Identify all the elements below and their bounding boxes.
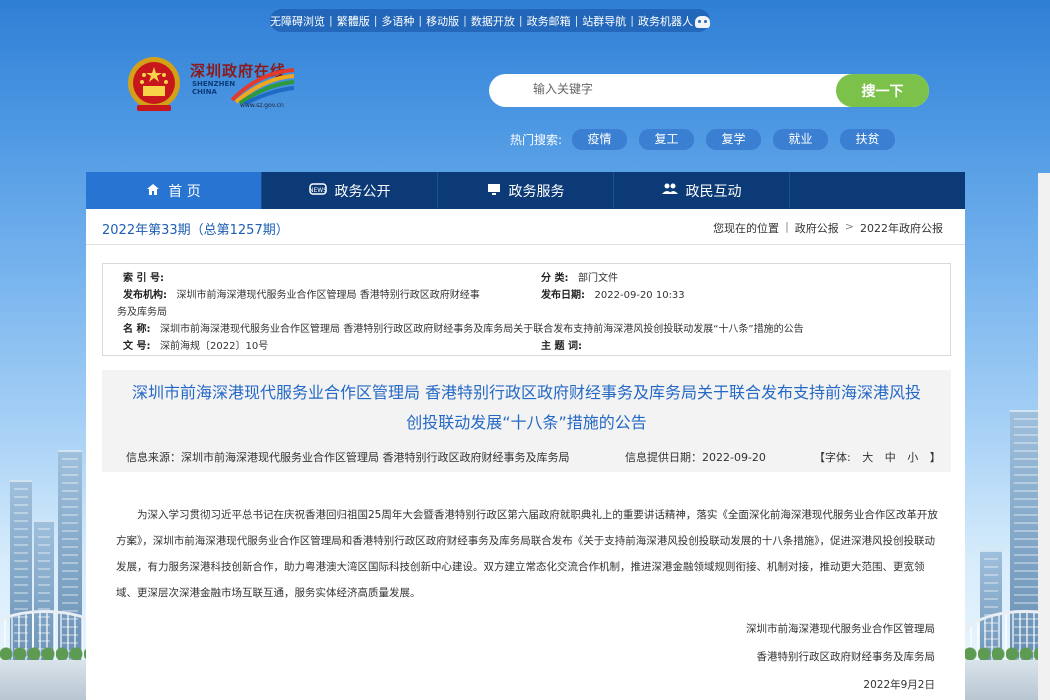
robot-icon — [695, 15, 711, 28]
nav-interaction-label: 政民互动 — [685, 183, 742, 200]
news-icon: NEWS — [308, 183, 327, 198]
search-box: 搜一下 — [489, 74, 929, 107]
mobile-link[interactable]: 移动版 — [422, 13, 463, 29]
font-small-button[interactable]: 小 — [903, 451, 922, 464]
monitor-icon — [487, 183, 501, 199]
meta-index-key: 索 引 号: — [123, 273, 164, 284]
nav-gov-services-label: 政务服务 — [508, 183, 565, 200]
people-icon — [661, 183, 678, 198]
meta-org-value-2: 务及库务局 — [117, 307, 167, 318]
font-size-selector: 【字体: 大 中 小 】 — [810, 449, 945, 465]
accessibility-link[interactable]: 无障碍浏览 — [266, 13, 329, 29]
logo-swoosh-icon — [230, 68, 295, 104]
meta-date-value: 2022-09-20 10:33 — [594, 290, 685, 301]
meta-topic-key: 主 题 词: — [541, 341, 582, 352]
article-header: 深圳市前海深港现代服务业合作区管理局 香港特别行政区政府财经事务及库务局关于联合… — [102, 370, 951, 472]
search-input[interactable] — [533, 82, 813, 96]
scrollbar[interactable] — [1038, 173, 1050, 700]
font-medium-button[interactable]: 中 — [881, 451, 900, 464]
meta-docno-value: 深前海规〔2022〕10号 — [160, 341, 269, 352]
meta-name-value: 深圳市前海深港现代服务业合作区管理局 香港特别行政区政府财经事务及库务局关于联合… — [160, 324, 804, 335]
article-source: 信息来源：深圳市前海深港现代服务业合作区管理局 香港特别行政区政府财经事务及库务… — [126, 451, 570, 464]
home-icon — [146, 183, 160, 199]
issue-number: 2022年第33期（总第1257期） — [102, 223, 289, 238]
hot-tag-resume-work[interactable]: 复工 — [639, 129, 695, 150]
font-label: 【字体: — [814, 451, 851, 464]
nav-gov-affairs-label: 政务公开 — [334, 183, 391, 200]
traditional-chinese-link[interactable]: 繁體版 — [333, 13, 374, 29]
search-button[interactable]: 搜一下 — [836, 74, 929, 107]
hot-tag-poverty[interactable]: 扶贫 — [840, 129, 896, 150]
hot-search: 热门搜索: 疫情 复工 复学 就业 扶贫 — [510, 129, 907, 150]
hot-tag-epidemic[interactable]: 疫情 — [572, 129, 628, 150]
gov-robot-link[interactable]: 政务机器人 — [634, 13, 714, 29]
meta-org-value-1: 深圳市前海深港现代服务业合作区管理局 香港特别行政区政府财经事 — [176, 290, 480, 301]
signature-line-1: 深圳市前海深港现代服务业合作区管理局 — [746, 623, 935, 635]
site-nav-link[interactable]: 站群导航 — [578, 13, 630, 29]
multilingual-link[interactable]: 多语种 — [377, 13, 418, 29]
breadcrumb: 您现在的位置 | 政府公报 > 2022年政府公报 — [713, 220, 943, 236]
article-paragraph: 为深入学习贯彻习近平总书记在庆祝香港回归祖国25周年大会暨香港特别行政区第六届政… — [116, 509, 938, 599]
issue-row: 2022年第33期（总第1257期） 您现在的位置 | 政府公报 > 2022年… — [86, 209, 965, 245]
meta-docno-key: 文 号: — [123, 341, 151, 352]
font-large-button[interactable]: 大 — [858, 451, 877, 464]
logo-url: www.sz.gov.cn — [240, 102, 284, 109]
nav-interaction[interactable]: 政民互动 — [614, 172, 790, 209]
logo-en-line2: CHINA — [192, 88, 217, 96]
national-emblem-icon — [128, 57, 180, 111]
site-logo[interactable]: 深圳政府在线 SHENZHEN CHINA www.sz.gov.cn — [186, 58, 298, 114]
nav-gov-affairs[interactable]: NEWS 政务公开 — [262, 172, 438, 209]
gov-mail-link[interactable]: 政务邮箱 — [523, 13, 575, 29]
meta-name-key: 名 称: — [123, 324, 151, 335]
signature-line-2: 香港特别行政区政府财经事务及库务局 — [756, 651, 936, 663]
breadcrumb-gazette[interactable]: 政府公报 — [795, 220, 839, 236]
article-body: 为深入学习贯彻习近平总书记在庆祝香港回归祖国25周年大会暨香港特别行政区第六届政… — [116, 502, 941, 606]
city-skyline-right — [950, 380, 1050, 700]
meta-category-key: 分 类: — [541, 273, 569, 284]
breadcrumb-label: 您现在的位置 — [713, 222, 780, 235]
meta-category-value: 部门文件 — [578, 273, 619, 284]
meta-date-key: 发布日期: — [541, 290, 585, 301]
hot-tag-resume-school[interactable]: 复学 — [706, 129, 762, 150]
article-title: 深圳市前海深港现代服务业合作区管理局 香港特别行政区政府财经事务及库务局关于联合… — [131, 383, 922, 432]
main-nav: 首 页 NEWS 政务公开 政务服务 政民互动 — [86, 172, 965, 209]
svg-text:NEWS: NEWS — [309, 187, 327, 194]
article-date: 信息提供日期：2022-09-20 — [625, 451, 766, 464]
nav-home[interactable]: 首 页 — [86, 172, 262, 209]
document-meta-table: 索 引 号: 分 类: 部门文件 发布机构: 深圳市前海深港现代服务业合作区管理… — [102, 263, 951, 356]
breadcrumb-gazette-2022[interactable]: 2022年政府公报 — [860, 220, 943, 236]
logo-en-line1: SHENZHEN — [192, 80, 236, 88]
hot-tag-employment[interactable]: 就业 — [773, 129, 829, 150]
meta-org-key: 发布机构: — [123, 290, 167, 301]
main-panel: 首 页 NEWS 政务公开 政务服务 政民互动 2022年第33期（总第1257… — [86, 172, 965, 700]
font-label-end: 】 — [929, 451, 941, 464]
signature-date: 2022年9月2日 — [863, 679, 935, 691]
nav-home-label: 首 页 — [168, 183, 201, 200]
hot-search-label: 热门搜索: — [510, 133, 563, 147]
top-links-bar: 无障碍浏览 | 繁體版 | 多语种 | 移动版 | 数据开放 | 政务邮箱 | 站群导航 | … — [270, 9, 711, 32]
nav-gov-services[interactable]: 政务服务 — [438, 172, 614, 209]
open-data-link[interactable]: 数据开放 — [467, 13, 519, 29]
city-skyline-left — [0, 380, 100, 700]
